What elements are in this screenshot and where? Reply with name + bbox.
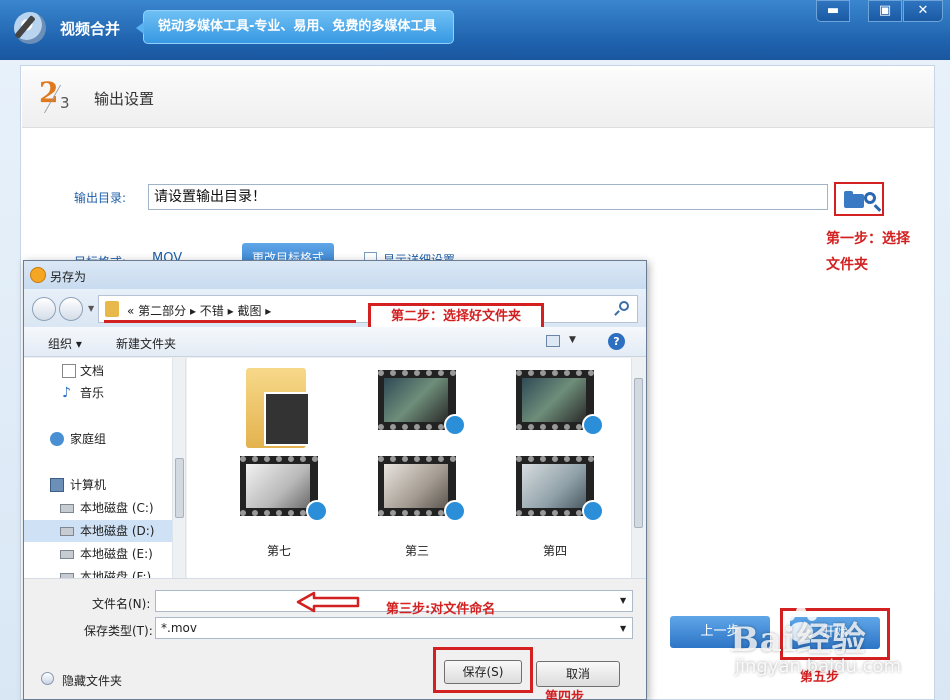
magnifier-icon xyxy=(864,192,876,204)
forward-arrow-icon[interactable] xyxy=(59,297,83,321)
slogan-banner: 锐动多媒体工具-专业、易用、免费的多媒体工具 xyxy=(136,10,454,44)
homegroup-icon xyxy=(50,432,64,446)
new-folder-button[interactable]: 新建文件夹 xyxy=(116,335,176,352)
step-header: 2 3 输出设置 xyxy=(22,70,934,128)
step-title: 输出设置 xyxy=(94,90,155,108)
nav-label: 文档 xyxy=(80,364,105,378)
watermark-logo: Bai经验 xyxy=(730,620,867,660)
cancel-button[interactable]: 取消 xyxy=(536,661,620,687)
computer-icon xyxy=(50,478,64,492)
nav-label: 音乐 xyxy=(80,386,105,400)
scrollbar-thumb[interactable] xyxy=(634,378,643,528)
nav-item-drive-d[interactable]: 本地磁盘 (D:) xyxy=(24,520,174,542)
video-thumbnail-icon xyxy=(378,456,466,522)
folder-icon xyxy=(246,368,310,448)
help-icon[interactable]: ? xyxy=(608,333,625,350)
annotation-underline xyxy=(104,320,356,323)
maximize-button[interactable]: ▣ xyxy=(868,0,902,22)
step-total: 3 xyxy=(60,94,70,112)
history-dropdown-icon[interactable]: ▼ xyxy=(88,304,94,313)
nav-label: 本地磁盘 (D:) xyxy=(80,524,155,538)
view-icon[interactable] xyxy=(546,335,560,347)
nav-item-drive-f[interactable]: 本地磁盘 (F:) xyxy=(24,566,174,578)
annotation-step4: 第四步 xyxy=(545,690,585,700)
browse-folder-button[interactable] xyxy=(834,182,884,216)
scrollbar-thumb[interactable] xyxy=(175,458,184,518)
nav-label: 本地磁盘 (F:) xyxy=(80,570,152,578)
document-icon xyxy=(62,364,76,378)
file-name: 第三 xyxy=(404,544,429,558)
dialog-title: 另存为 xyxy=(50,270,87,284)
nav-label: 家庭组 xyxy=(70,432,107,446)
nav-item-homegroup[interactable]: 家庭组 xyxy=(24,428,174,450)
file-name: 第四 xyxy=(542,544,567,558)
hide-folders-link[interactable]: 隐藏文件夹 xyxy=(62,672,122,689)
filetype-dropdown-icon[interactable]: ▼ xyxy=(620,624,626,633)
dialog-toolbar: 组织 ▾ 新建文件夹 ▼ ? xyxy=(24,327,646,357)
annotation-step1: 第一步：选择文件夹 xyxy=(826,231,910,273)
annotation-step3: 第三步:对文件命名 xyxy=(386,602,496,617)
nav-item-computer[interactable]: 计算机 xyxy=(24,474,174,496)
nav-item-music[interactable]: ♪ 音乐 xyxy=(24,382,174,404)
save-button[interactable]: 保存(S) xyxy=(444,660,522,684)
video-thumbnail-icon xyxy=(516,370,604,436)
file-list: 合并 第二 第六 第七 第三 第四 xyxy=(187,358,645,578)
folder-icon xyxy=(844,191,864,208)
dialog-title-bar: 另存为 xyxy=(24,261,646,289)
app-title: 视频合并 xyxy=(60,20,121,38)
nav-item-drive-c[interactable]: 本地磁盘 (C:) xyxy=(24,497,174,519)
drive-icon xyxy=(60,527,74,536)
drive-icon xyxy=(60,550,74,559)
folder-icon xyxy=(105,301,119,317)
app-icon xyxy=(30,267,46,283)
nav-label: 本地磁盘 (C:) xyxy=(80,501,154,515)
filetype-select[interactable]: *.mov xyxy=(155,617,633,639)
nav-scrollbar[interactable] xyxy=(172,358,185,578)
annotation-arrow-icon xyxy=(296,591,360,613)
save-as-dialog: 另存为 ▼ « 第二部分 ▸ 不错 ▸ 截图 ▸ 第二步：选择好文件夹 组织 ▾… xyxy=(23,260,647,700)
view-dropdown-icon[interactable]: ▼ xyxy=(569,335,576,345)
navigation-pane: 文档 ♪ 音乐 家庭组 计算机 本地磁盘 (C:) 本地磁盘 (D:) 本地磁盘… xyxy=(24,358,186,578)
search-icon[interactable] xyxy=(619,301,629,311)
filename-label: 文件名(N): xyxy=(92,597,151,611)
nav-label: 本地磁盘 (E:) xyxy=(80,547,153,561)
file-item[interactable]: 第七 xyxy=(224,450,334,560)
file-name: 第七 xyxy=(266,544,291,558)
breadcrumb[interactable]: « 第二部分 ▸ 不错 ▸ 截图 ▸ xyxy=(127,302,271,319)
organize-menu[interactable]: 组织 ▾ xyxy=(48,335,82,352)
collapse-icon[interactable] xyxy=(41,672,54,685)
video-thumbnail-icon xyxy=(240,456,328,522)
nav-item-documents[interactable]: 文档 xyxy=(24,360,174,382)
video-thumbnail-icon xyxy=(516,456,604,522)
files-scrollbar[interactable] xyxy=(631,358,645,578)
back-arrow-icon[interactable] xyxy=(32,297,56,321)
output-dir-input[interactable]: 请设置输出目录！ xyxy=(148,184,828,210)
title-bar: 视频合并 锐动多媒体工具-专业、易用、免费的多媒体工具 ▬ ▣ ✕ xyxy=(0,0,950,60)
music-note-icon: ♪ xyxy=(62,385,71,401)
video-thumbnail-icon xyxy=(378,370,466,436)
nav-item-drive-e[interactable]: 本地磁盘 (E:) xyxy=(24,543,174,565)
filetype-label: 保存类型(T): xyxy=(84,624,153,638)
annotation-box-step4: 保存(S) xyxy=(433,647,533,693)
app-logo-icon xyxy=(14,12,46,44)
output-dir-label: 输出目录: xyxy=(74,191,127,205)
watermark-url: jingyan.baidu.com xyxy=(735,656,902,677)
file-item[interactable]: 第四 xyxy=(500,450,610,560)
drive-icon xyxy=(60,504,74,513)
minimize-button[interactable]: ▬ xyxy=(816,0,850,22)
nav-label: 计算机 xyxy=(70,478,107,492)
file-item[interactable]: 第三 xyxy=(362,450,472,560)
close-button[interactable]: ✕ xyxy=(903,0,943,22)
filename-dropdown-icon[interactable]: ▼ xyxy=(620,596,626,605)
